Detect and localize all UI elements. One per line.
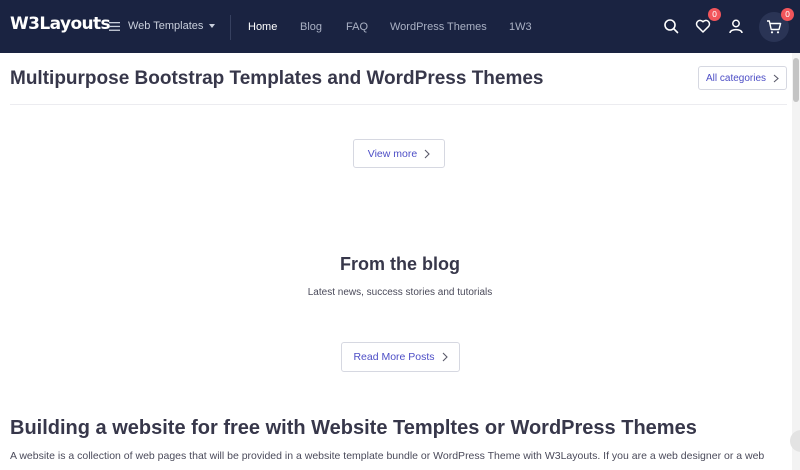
all-categories-button[interactable]: All categories bbox=[698, 66, 787, 90]
about-section-title: Building a website for free with Website… bbox=[10, 417, 697, 439]
menu-icon bbox=[109, 21, 120, 31]
blog-section-title: From the blog bbox=[340, 254, 460, 274]
chevron-right-icon bbox=[442, 352, 448, 362]
chevron-right-icon bbox=[773, 74, 779, 82]
web-templates-dropdown[interactable]: Web Templates bbox=[109, 20, 216, 32]
chevron-right-icon bbox=[424, 149, 430, 158]
all-categories-label: All categories bbox=[705, 72, 767, 84]
nav-blog[interactable]: Blog bbox=[300, 21, 322, 33]
view-more-button[interactable]: View more bbox=[353, 139, 445, 168]
nav-faq[interactable]: FAQ bbox=[346, 21, 368, 33]
cart-icon[interactable] bbox=[766, 19, 782, 35]
search-icon[interactable] bbox=[663, 18, 679, 34]
cart-count-badge: 0 bbox=[781, 8, 794, 21]
scrollbar-thumb[interactable] bbox=[793, 58, 799, 102]
read-more-posts-button[interactable]: Read More Posts bbox=[341, 342, 460, 372]
site-logo[interactable]: W3Layouts bbox=[10, 14, 111, 34]
web-templates-label: Web Templates bbox=[128, 20, 204, 32]
about-section-paragraph: A website is a collection of web pages t… bbox=[10, 450, 765, 462]
section-divider bbox=[10, 104, 787, 105]
nav-wordpress-themes[interactable]: WordPress Themes bbox=[390, 21, 487, 33]
nav-home[interactable]: Home bbox=[248, 21, 277, 33]
chevron-down-icon bbox=[209, 24, 216, 28]
read-more-posts-label: Read More Posts bbox=[353, 351, 435, 363]
heart-icon[interactable] bbox=[695, 18, 711, 34]
user-icon[interactable] bbox=[728, 18, 744, 34]
nav-1w3[interactable]: 1W3 bbox=[509, 21, 532, 33]
blog-section-subtitle: Latest news, success stories and tutoria… bbox=[307, 287, 493, 298]
wishlist-count-badge: 0 bbox=[708, 8, 721, 21]
templates-section-title: Multipurpose Bootstrap Templates and Wor… bbox=[10, 68, 544, 89]
view-more-label: View more bbox=[367, 147, 418, 160]
nav-divider bbox=[230, 15, 231, 40]
top-navbar: W3Layouts Web Templates Home Blog FAQ Wo… bbox=[0, 0, 800, 53]
